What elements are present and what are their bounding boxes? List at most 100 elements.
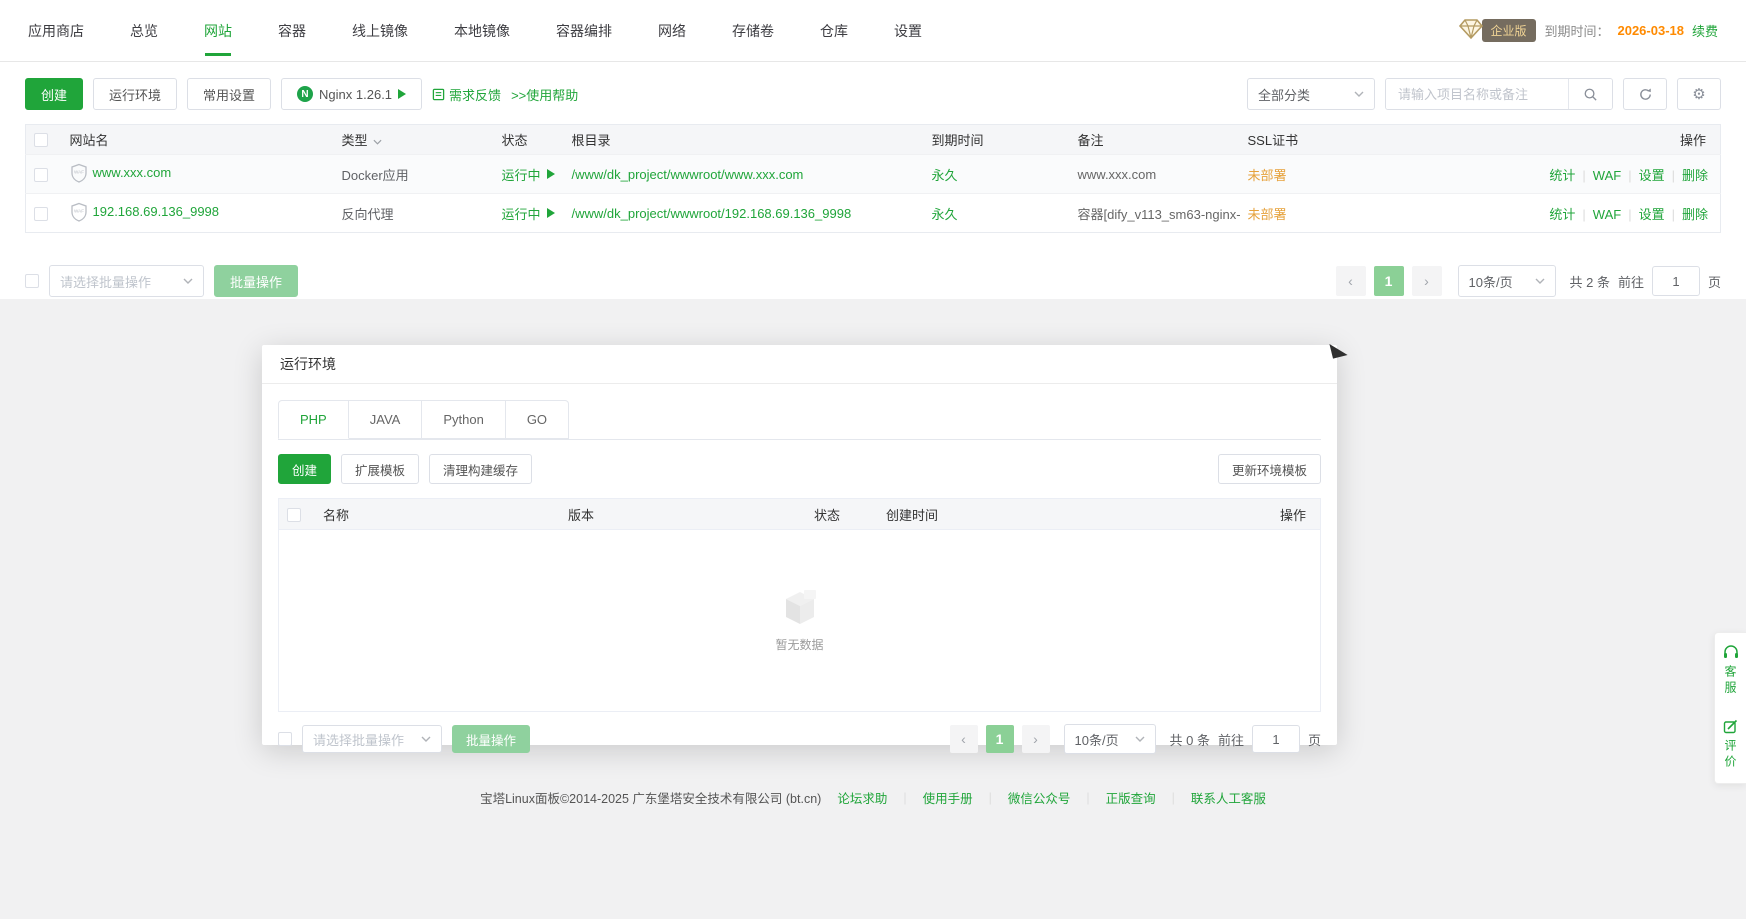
stats-action[interactable]: 统计 — [1549, 168, 1575, 183]
review-widget[interactable]: 评价 — [1722, 719, 1739, 771]
update-template-button[interactable]: 更新环境模板 — [1218, 454, 1321, 484]
select-all-checkbox[interactable] — [34, 133, 48, 147]
modal-next-page-button[interactable]: › — [1022, 725, 1050, 753]
chevron-down-icon — [1535, 278, 1545, 284]
goto-page-input[interactable] — [1652, 266, 1700, 296]
runtime-env-button[interactable]: 运行环境 — [93, 78, 177, 110]
settings-action[interactable]: 设置 — [1621, 168, 1664, 183]
search-button[interactable] — [1568, 79, 1612, 109]
nav-registry[interactable]: 仓库 — [820, 0, 848, 62]
common-settings-button[interactable]: 常用设置 — [187, 78, 271, 110]
nav-website[interactable]: 网站 — [204, 0, 232, 62]
nav-container[interactable]: 容器 — [278, 0, 306, 62]
feedback-link[interactable]: 需求反馈 — [432, 85, 501, 104]
modal-batch-apply-button[interactable]: 批量操作 — [452, 725, 530, 753]
side-float-widgets: 客服 评价 — [1714, 632, 1746, 784]
tab-java[interactable]: JAVA — [349, 400, 423, 439]
category-select[interactable]: 全部分类 — [1247, 78, 1375, 110]
root-path-link[interactable]: /www/dk_project/wwwroot/www.xxx.com — [572, 167, 804, 182]
per-page-select[interactable]: 10条/页 — [1458, 265, 1556, 297]
tab-go[interactable]: GO — [506, 400, 569, 439]
create-site-button[interactable]: 创建 — [25, 78, 83, 110]
footer-forum-link[interactable]: 论坛求助 — [837, 788, 887, 807]
modal-toolbar: 创建 扩展模板 清理构建缓存 更新环境模板 — [278, 454, 1321, 484]
search-input[interactable] — [1386, 79, 1568, 109]
feedback-doc-icon — [432, 88, 445, 101]
modal-goto-label: 前往 — [1218, 730, 1244, 749]
gear-icon: ⚙ — [1692, 85, 1705, 103]
tab-php[interactable]: PHP — [278, 400, 349, 439]
batch-select-all-checkbox[interactable] — [25, 274, 39, 288]
delete-action[interactable]: 删除 — [1665, 168, 1708, 183]
site-note[interactable]: www.xxx.com — [1070, 155, 1240, 194]
tab-python[interactable]: Python — [422, 400, 505, 439]
runtime-table: 名称 版本 状态 创建时间 操作 暂无数据 — [278, 498, 1321, 712]
status-play-icon[interactable] — [547, 169, 555, 179]
modal-prev-page-button[interactable]: ‹ — [950, 725, 978, 753]
col-root: 根目录 — [564, 125, 924, 155]
site-note[interactable]: 容器[dify_v113_sm63-nginx-1]的 — [1070, 194, 1240, 233]
settings-action[interactable]: 设置 — [1621, 207, 1664, 222]
row-actions: 统计WAF设置删除 — [1398, 194, 1721, 233]
prev-page-button[interactable]: ‹ — [1336, 266, 1366, 296]
ssl-status[interactable]: 未部署 — [1240, 194, 1398, 233]
mcol-actions: 操作 — [1240, 499, 1320, 529]
col-note: 备注 — [1070, 125, 1240, 155]
col-type[interactable]: 类型 — [334, 125, 494, 155]
modal-select-all-checkbox[interactable] — [287, 508, 301, 522]
row-checkbox[interactable] — [34, 207, 48, 221]
nginx-version-button[interactable]: N Nginx 1.26.1 — [281, 78, 422, 110]
modal-goto-page-input[interactable] — [1252, 725, 1300, 753]
refresh-button[interactable] — [1623, 78, 1667, 110]
site-name-link[interactable]: 192.168.69.136_9998 — [93, 204, 220, 219]
nav-overview[interactable]: 总览 — [130, 0, 158, 62]
modal-batch-checkbox[interactable] — [278, 732, 292, 746]
site-name-link[interactable]: www.xxx.com — [93, 165, 172, 180]
nav-app-store[interactable]: 应用商店 — [28, 0, 84, 62]
row-checkbox[interactable] — [34, 168, 48, 182]
waf-action[interactable]: WAF — [1575, 168, 1621, 183]
pagination: ‹ 1 › 10条/页 共 2 条 前往 页 — [1336, 265, 1722, 297]
footer-support-link[interactable]: 联系人工客服 — [1191, 788, 1266, 807]
type-filter-chevron-icon — [373, 139, 382, 145]
review-label: 评价 — [1722, 739, 1739, 771]
nav-online-images[interactable]: 线上镜像 — [352, 0, 408, 62]
footer-wechat-link[interactable]: 微信公众号 — [1008, 788, 1071, 807]
modal-pagination: ‹ 1 › 10条/页 共 0 条 前往 页 — [950, 724, 1322, 754]
modal-per-page-select[interactable]: 10条/页 — [1064, 724, 1156, 754]
nav-volumes[interactable]: 存储卷 — [732, 0, 774, 62]
modal-batch-select[interactable]: 请选择批量操作 — [302, 725, 442, 753]
customer-service-widget[interactable]: 客服 — [1722, 645, 1739, 697]
clean-cache-button[interactable]: 清理构建缓存 — [429, 454, 532, 484]
footer-license-check-link[interactable]: 正版查询 — [1106, 788, 1156, 807]
ssl-status[interactable]: 未部署 — [1240, 155, 1398, 194]
nav-compose[interactable]: 容器编排 — [556, 0, 612, 62]
runtime-tabs: PHP JAVA Python GO — [278, 400, 1321, 440]
modal-corner-fold[interactable] — [1329, 340, 1347, 358]
footer-manual-link[interactable]: 使用手册 — [923, 788, 973, 807]
nav-local-images[interactable]: 本地镜像 — [454, 0, 510, 62]
help-link[interactable]: >>使用帮助 — [511, 85, 578, 104]
next-page-button[interactable]: › — [1412, 266, 1442, 296]
modal-current-page-button[interactable]: 1 — [986, 725, 1014, 753]
empty-box-icon — [776, 588, 824, 628]
plan-badge[interactable]: 企业版 — [1482, 19, 1536, 42]
table-row: WAF 192.168.69.136_9998 反向代理 运行中 /www/dk… — [26, 194, 1721, 233]
delete-action[interactable]: 删除 — [1665, 207, 1708, 222]
status-play-icon[interactable] — [547, 208, 555, 218]
expire-value: 永久 — [924, 155, 1070, 194]
nav-network[interactable]: 网络 — [658, 0, 686, 62]
waf-action[interactable]: WAF — [1575, 207, 1621, 222]
batch-action-select[interactable]: 请选择批量操作 — [49, 265, 204, 297]
batch-apply-button[interactable]: 批量操作 — [214, 265, 298, 297]
root-path-link[interactable]: /www/dk_project/wwwroot/192.168.69.136_9… — [572, 206, 852, 221]
table-settings-button[interactable]: ⚙ — [1677, 78, 1721, 110]
refresh-icon — [1638, 87, 1653, 102]
modal-create-button[interactable]: 创建 — [278, 454, 331, 484]
stats-action[interactable]: 统计 — [1549, 207, 1575, 222]
current-page-button[interactable]: 1 — [1374, 266, 1404, 296]
extend-template-button[interactable]: 扩展模板 — [341, 454, 419, 484]
website-list-section: 创建 运行环境 常用设置 N Nginx 1.26.1 需求反馈 >>使用帮助 … — [0, 62, 1746, 249]
renew-link[interactable]: 续费 — [1692, 21, 1718, 40]
nav-settings[interactable]: 设置 — [894, 0, 922, 62]
